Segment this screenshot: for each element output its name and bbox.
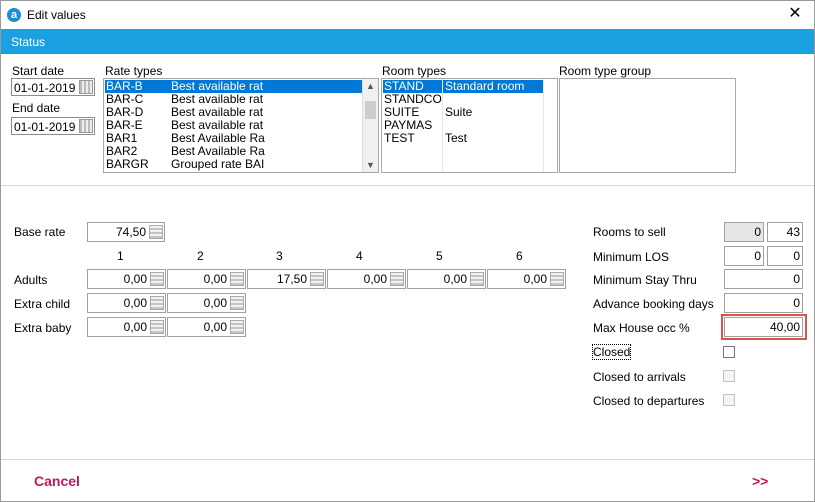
column-divider — [442, 79, 443, 172]
calculator-icon[interactable] — [230, 320, 244, 334]
cancel-button[interactable]: Cancel — [34, 473, 80, 489]
min-los-label: Minimum LOS — [593, 250, 670, 264]
chevron-up-icon[interactable]: ▲ — [366, 81, 375, 91]
base-rate-value: 74,50 — [115, 225, 146, 239]
calculator-icon[interactable] — [150, 320, 164, 334]
column-header: 3 — [276, 249, 283, 263]
closed-to-departures-label: Closed to departures — [593, 394, 705, 408]
calculator-icon[interactable] — [310, 272, 324, 286]
rate-types-scrollbar[interactable]: ▲ ▼ — [362, 79, 378, 172]
calculator-icon[interactable] — [230, 296, 244, 310]
end-date-field[interactable]: 01-01-2019 — [11, 117, 95, 135]
divider — [1, 185, 814, 186]
closed-to-departures-checkbox[interactable] — [723, 394, 735, 406]
calculator-icon[interactable] — [150, 296, 164, 310]
rooms-to-sell-current: 0 — [724, 222, 764, 242]
list-item[interactable]: BAR-E Best available rat — [105, 119, 363, 132]
extra-baby-1-input[interactable]: 0,00 — [87, 317, 166, 337]
calculator-icon[interactable] — [230, 272, 244, 286]
rate-types-list[interactable]: BAR-B Best available rat BAR-C Best avai… — [103, 78, 379, 173]
adults-6-input[interactable]: 0,00 — [487, 269, 566, 289]
column-header: 4 — [356, 249, 363, 263]
close-icon[interactable]: ✕ — [786, 5, 804, 23]
calculator-icon[interactable] — [149, 225, 163, 239]
room-type-group-label: Room type group — [559, 64, 652, 78]
list-item[interactable]: BAR-B Best available rat — [105, 80, 363, 93]
extra-baby-2-input[interactable]: 0,00 — [167, 317, 246, 337]
status-label: Status — [11, 35, 46, 49]
start-date-field[interactable]: 01-01-2019 — [11, 78, 95, 96]
extra-child-label: Extra child — [14, 297, 71, 311]
calculator-icon[interactable] — [390, 272, 404, 286]
calculator-icon[interactable] — [470, 272, 484, 286]
adults-5-input[interactable]: 0,00 — [407, 269, 486, 289]
calculator-icon[interactable] — [150, 272, 164, 286]
scrollbar-thumb[interactable] — [365, 101, 376, 119]
start-date-label: Start date — [12, 64, 65, 78]
extra-baby-label: Extra baby — [14, 321, 72, 335]
list-item[interactable]: BAR-D Best available rat — [105, 106, 363, 119]
adults-1-input[interactable]: 0,00 — [87, 269, 166, 289]
title-bar: a Edit values ✕ — [1, 1, 814, 29]
list-item[interactable]: STAND Standard room — [383, 80, 543, 93]
adults-3-input[interactable]: 17,50 — [247, 269, 326, 289]
closed-label[interactable]: Closed — [591, 344, 632, 360]
rooms-to-sell-input[interactable]: 43 — [767, 222, 803, 242]
list-item[interactable]: BAR2 Best Available Ra — [105, 145, 363, 158]
list-item[interactable]: BAR1 Best Available Ra — [105, 132, 363, 145]
room-types-list[interactable]: STAND Standard room STANDCO SUITE Suite … — [381, 78, 558, 173]
closed-to-arrivals-label: Closed to arrivals — [593, 370, 686, 384]
column-header: 1 — [117, 249, 124, 263]
min-stay-thru-input[interactable]: 0 — [724, 269, 803, 289]
calendar-icon[interactable] — [79, 80, 93, 94]
list-item[interactable]: STANDCO — [383, 93, 543, 106]
advance-booking-input[interactable]: 0 — [724, 293, 803, 313]
column-divider — [543, 79, 544, 172]
room-type-group-list[interactable] — [559, 78, 736, 173]
window-title: Edit values — [27, 8, 86, 22]
list-item[interactable]: BARGR Grouped rate BAI — [105, 158, 363, 171]
next-button[interactable]: >> — [752, 473, 768, 489]
extra-child-2-input[interactable]: 0,00 — [167, 293, 246, 313]
footer-divider — [1, 459, 814, 460]
list-item[interactable]: PAYMAS — [383, 119, 543, 132]
closed-checkbox[interactable] — [723, 346, 735, 358]
extra-child-1-input[interactable]: 0,00 — [87, 293, 166, 313]
closed-to-arrivals-checkbox[interactable] — [723, 370, 735, 382]
base-rate-label: Base rate — [14, 225, 66, 239]
list-item[interactable]: SUITE Suite — [383, 106, 543, 119]
column-header: 5 — [436, 249, 443, 263]
room-types-label: Room types — [382, 64, 447, 78]
advance-booking-label: Advance booking days — [593, 297, 714, 311]
highlight-box — [721, 314, 807, 340]
end-date-label: End date — [12, 101, 61, 115]
start-date-value: 01-01-2019 — [14, 81, 76, 95]
edit-values-dialog: a Edit values ✕ Status Start date 01-01-… — [0, 0, 815, 502]
rate-types-label: Rate types — [105, 64, 163, 78]
list-item[interactable]: BAR-C Best available rat — [105, 93, 363, 106]
chevron-down-icon[interactable]: ▼ — [366, 160, 375, 170]
min-los-input-a[interactable]: 0 — [724, 246, 764, 266]
app-logo-icon: a — [7, 8, 21, 22]
calculator-icon[interactable] — [550, 272, 564, 286]
rooms-to-sell-label: Rooms to sell — [593, 225, 666, 239]
adults-2-input[interactable]: 0,00 — [167, 269, 246, 289]
column-header: 6 — [516, 249, 523, 263]
list-item[interactable]: TEST Test — [383, 132, 543, 145]
min-los-input-b[interactable]: 0 — [767, 246, 803, 266]
column-header: 2 — [197, 249, 204, 263]
status-header: Status — [1, 29, 814, 54]
base-rate-input[interactable]: 74,50 — [87, 222, 165, 242]
adults-label: Adults — [14, 273, 48, 287]
calendar-icon[interactable] — [79, 119, 93, 133]
max-house-occ-label: Max House occ % — [593, 321, 690, 335]
end-date-value: 01-01-2019 — [14, 120, 76, 134]
adults-4-input[interactable]: 0,00 — [327, 269, 406, 289]
min-stay-thru-label: Minimum Stay Thru — [593, 273, 697, 287]
